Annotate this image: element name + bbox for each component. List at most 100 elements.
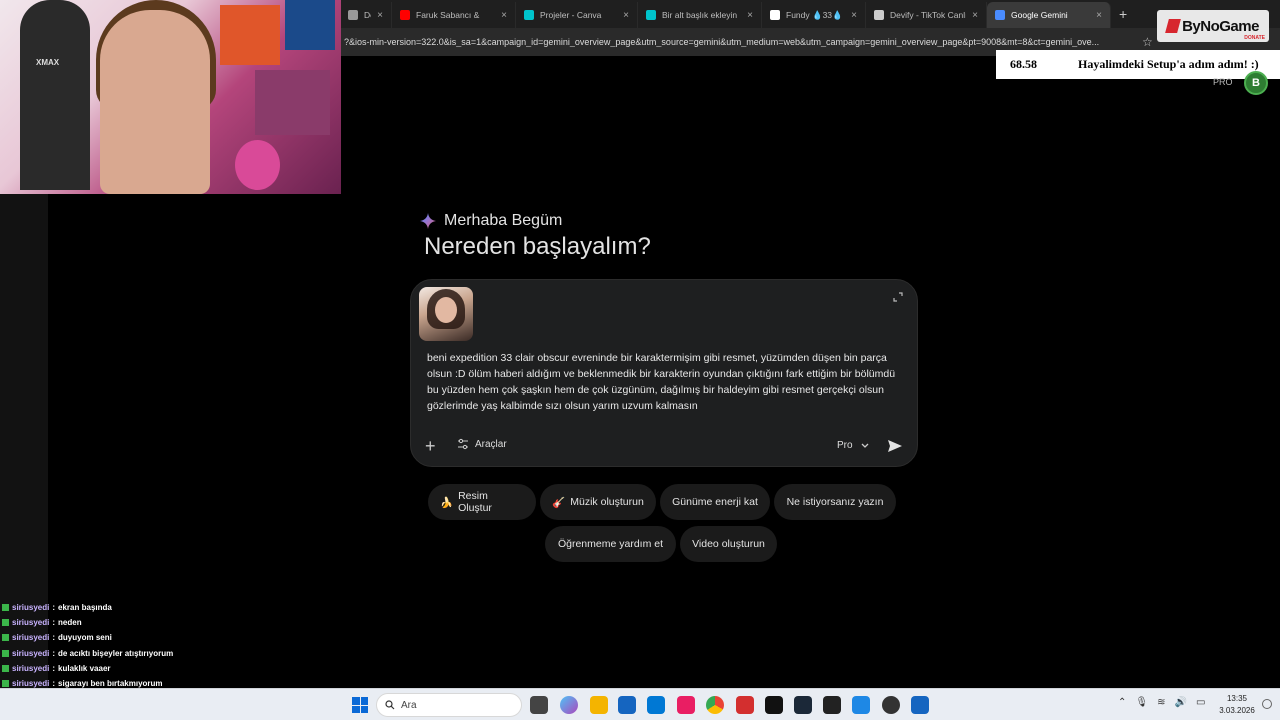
add-attachment-icon[interactable]: +	[425, 437, 436, 455]
close-tab-icon[interactable]: ×	[501, 10, 507, 21]
chip-label: Müzik oluşturun	[570, 496, 644, 508]
browser-tab[interactable]: Google Gemini ×	[987, 2, 1111, 28]
app-l-icon[interactable]	[736, 696, 754, 714]
tiktok-studio-icon[interactable]	[677, 696, 695, 714]
donation-amount: 68.58	[1010, 57, 1037, 71]
prompt-text[interactable]: beni expedition 33 clair obscur evrenind…	[427, 350, 897, 414]
windows-start-icon[interactable]	[352, 697, 368, 713]
chat-message: siriusyedi: kulaklık vaaer	[2, 661, 222, 676]
taskbar: Ara ⌃ 🎙 ≋ 🔊 ▭ 13:35 3.03.2026	[0, 688, 1280, 720]
chat-badge-icon	[2, 664, 9, 672]
browser-tab[interactable]: Faruk Sabancı & ×	[392, 2, 516, 28]
github-icon[interactable]	[823, 696, 841, 714]
chip-create-music[interactable]: 🎸 Müzik oluşturun	[540, 484, 656, 520]
taskbar-search[interactable]: Ara	[376, 693, 522, 717]
tab-label: Devify - TikTok Canlı	[890, 10, 967, 20]
system-tray: ⌃ 🎙 ≋ 🔊 ▭	[1118, 697, 1205, 708]
chip-energize-day[interactable]: Günüme enerji kat	[660, 484, 770, 520]
donation-goal-bar: 68.58 Hayalimdeki Setup'a adım adım! :)	[996, 50, 1280, 79]
browser-tab[interactable]: Detroit: B ×	[340, 2, 392, 28]
chat-username: siriusyedi	[12, 679, 50, 689]
chip-label: Günüme enerji kat	[672, 496, 758, 508]
profile-avatar[interactable]: B	[1244, 71, 1268, 95]
close-tab-icon[interactable]: ×	[972, 10, 978, 21]
prompt-composer[interactable]: beni expedition 33 clair obscur evrenind…	[410, 279, 918, 467]
chip-label: Video oluşturun	[692, 538, 765, 550]
wall-painting	[220, 5, 280, 65]
chrome-icon[interactable]	[706, 696, 724, 714]
model-selector[interactable]: Pro	[837, 440, 869, 451]
tab-favicon-icon	[400, 10, 410, 20]
steam-icon[interactable]	[794, 696, 812, 714]
chat-text: ekran başında	[58, 603, 112, 613]
tab-label: Projeler - Canva	[540, 10, 602, 20]
chat-message: siriusyedi: ekran başında	[2, 600, 222, 615]
browser-tab[interactable]: Devify - TikTok Canlı ×	[866, 2, 987, 28]
chat-separator: :	[52, 618, 56, 628]
store-icon[interactable]	[618, 696, 636, 714]
battery-icon[interactable]: ▭	[1196, 697, 1205, 708]
chat-message: siriusyedi: duyuyom seni	[2, 630, 222, 645]
chip-create-video[interactable]: Video oluşturun	[680, 526, 777, 562]
attached-image-thumbnail[interactable]	[419, 287, 473, 341]
outlook-icon[interactable]	[647, 696, 665, 714]
expand-icon[interactable]	[893, 292, 903, 302]
tiktok-icon[interactable]	[765, 696, 783, 714]
task-view-icon[interactable]	[530, 696, 548, 714]
tab-label: Faruk Sabancı &	[416, 10, 480, 20]
tools-label: Araçlar	[475, 438, 507, 450]
chat-separator: :	[52, 663, 56, 673]
chip-label: Öğrenmeme yardım et	[557, 538, 664, 550]
chip-help-me-learn[interactable]: Öğrenmeme yardım et	[545, 526, 676, 562]
app-icon[interactable]	[852, 696, 870, 714]
wall-light	[235, 140, 280, 190]
wall-painting	[255, 70, 330, 135]
chip-write-anything[interactable]: Ne istiyorsanız yazın	[774, 484, 896, 520]
chat-separator: :	[52, 648, 56, 658]
browser-tab[interactable]: Projeler - Canva ×	[516, 2, 638, 28]
url-text[interactable]: ?&ios-min-version=322.0&is_sa=1&campaign…	[340, 37, 1136, 47]
tab-favicon-icon	[524, 10, 534, 20]
gemini-spark-icon	[420, 213, 436, 229]
app-icon[interactable]	[911, 696, 929, 714]
search-label: Ara	[401, 699, 417, 711]
close-tab-icon[interactable]: ×	[747, 10, 753, 21]
chat-username: siriusyedi	[12, 633, 50, 643]
browser-tab[interactable]: Bir alt başlık ekleyin ×	[638, 2, 762, 28]
volume-icon[interactable]: 🔊	[1174, 697, 1186, 708]
page-headline: Nereden başlayalım?	[424, 233, 651, 260]
wifi-icon[interactable]: ≋	[1157, 697, 1165, 708]
notification-icon[interactable]	[1262, 699, 1272, 709]
browser-tab[interactable]: Fundy 💧33💧 ×	[762, 2, 866, 28]
webcam-overlay: XMAX	[0, 0, 341, 194]
bynogame-logo-icon	[1165, 19, 1181, 33]
chat-text: sigarayı ben bırtakmıyorum	[58, 679, 163, 689]
chip-create-image[interactable]: 🍌 Resim Oluştur	[428, 484, 536, 520]
copilot-icon[interactable]	[560, 696, 578, 714]
close-tab-icon[interactable]: ×	[1096, 10, 1102, 21]
chat-badge-icon	[2, 604, 9, 612]
guitar-icon: 🎸	[552, 496, 566, 509]
tab-favicon-icon	[770, 10, 780, 20]
system-clock[interactable]: 13:35 3.03.2026	[1217, 693, 1257, 717]
chip-label: Ne istiyorsanız yazın	[786, 496, 884, 508]
new-tab-icon[interactable]: +	[1111, 6, 1135, 22]
file-explorer-icon[interactable]	[590, 696, 608, 714]
bookmark-star-icon[interactable]: ☆	[1142, 35, 1153, 49]
close-tab-icon[interactable]: ×	[623, 10, 629, 21]
chat-text: duyuyom seni	[58, 633, 112, 643]
microphone-icon[interactable]: 🎙	[1135, 697, 1148, 708]
chevron-up-icon[interactable]: ⌃	[1118, 697, 1126, 708]
thumbnail-face	[435, 297, 457, 323]
close-tab-icon[interactable]: ×	[851, 10, 857, 21]
close-tab-icon[interactable]: ×	[377, 10, 383, 21]
obs-icon[interactable]	[882, 696, 900, 714]
banana-icon: 🍌	[440, 496, 454, 509]
tools-button[interactable]: Araçlar	[457, 438, 507, 450]
tab-favicon-icon	[995, 10, 1005, 20]
chat-badge-icon	[2, 634, 9, 642]
clock-date: 3.03.2026	[1219, 706, 1255, 715]
send-icon[interactable]	[887, 438, 903, 454]
chat-badge-icon	[2, 680, 9, 688]
chat-badge-icon	[2, 619, 9, 627]
